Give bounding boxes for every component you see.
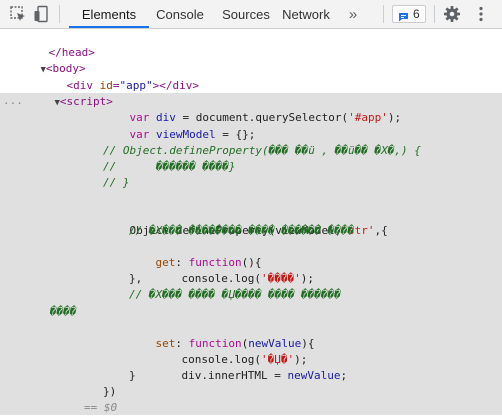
toolbar-divider [434, 5, 435, 23]
code-line-13: set: function(newValue){ [155, 337, 315, 350]
code-line-7: // �X��� �������� ���� ������ ���� [129, 224, 355, 237]
tab-elements[interactable]: Elements [69, 0, 149, 28]
code-line-15: div.innerHTML = newValue; [181, 369, 348, 382]
device-toolbar-icon[interactable] [33, 5, 51, 23]
dom-line-body-open[interactable]: ▼<body> [14, 45, 86, 75]
node-actions-ellipsis[interactable]: ... [3, 93, 23, 109]
settings-gear-icon[interactable] [443, 5, 461, 23]
toolbar-divider [59, 5, 60, 23]
devtools-toolbar: Elements Console Sources Network » 6 [0, 0, 502, 29]
code-line-6: Object.defineProperty(viewModel,'str',{ [129, 224, 388, 237]
dom-line-head-close[interactable]: </head> [22, 29, 95, 59]
code-line-11: // �X��� ���� �Џ���� ���� ������ [129, 288, 341, 301]
code-line-1: var div = document.querySelector('#app')… [129, 111, 402, 124]
code-line-5: // } [103, 176, 130, 189]
elements-dom-tree[interactable]: </head> ▼<body> <div id="app"></div> ▼<s… [0, 29, 502, 416]
code-line-10: }, [129, 272, 143, 285]
code-line-17: }) [103, 385, 117, 398]
code-line-4: // ������ ����} [103, 160, 236, 173]
toolbar-divider [383, 5, 384, 23]
code-line-8: get: function(){ [155, 256, 262, 269]
more-tabs-button[interactable]: » [344, 0, 362, 28]
issues-icon [398, 9, 409, 27]
tab-sources[interactable]: Sources [212, 0, 280, 28]
code-line-12: ���� [50, 305, 77, 318]
tab-network[interactable]: Network [278, 0, 334, 28]
code-line-3: // Object.defineProperty(��� ��ü , ��ü��… [103, 144, 421, 157]
more-options-icon[interactable] [472, 5, 490, 23]
dom-line-div-app[interactable]: <div id="app"></div> [40, 62, 199, 92]
issues-count: 6 [413, 7, 420, 21]
issues-button[interactable]: 6 [392, 5, 426, 23]
tab-console[interactable]: Console [149, 0, 211, 28]
dom-line-script-open[interactable]: ▼<script> [28, 78, 113, 108]
code-line-14: console.log('�Џ�'); [181, 353, 308, 366]
selected-element-ref: == $0 [84, 401, 118, 414]
code-line-16: } [129, 369, 136, 382]
code-line-9: console.log('����'); [181, 272, 314, 285]
code-line-2: var viewModel = {}; [129, 128, 256, 141]
inspect-element-icon[interactable] [9, 5, 27, 23]
